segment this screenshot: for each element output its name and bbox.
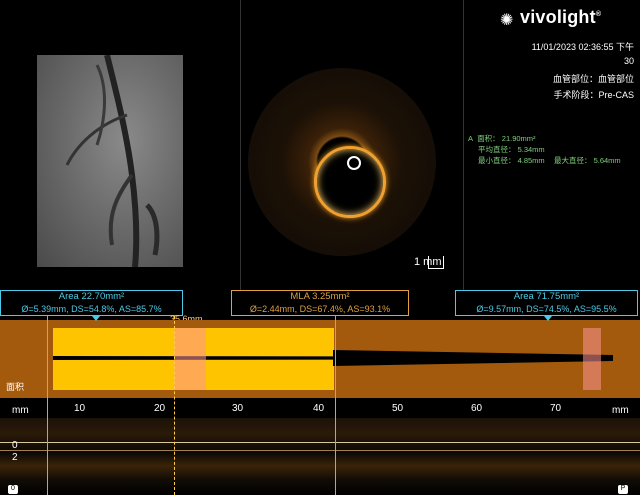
frame-number: 30 [623,56,634,66]
axis-tick: 40 [313,403,325,414]
distal-region-highlight [583,328,601,390]
datetime: 11/01/2023 02:36:55 下午 [531,42,634,52]
catheter-line [0,442,640,443]
mla-region-highlight [174,328,206,390]
distance-axis: mm 10 20 30 40 50 60 70 mm [0,398,640,418]
proximal-pointer-icon [92,316,100,321]
catheter-line-lower [0,450,640,451]
vivolight-logo-icon: ✺ [500,12,514,29]
catheter-marker [347,156,361,170]
angiography-image [37,54,183,268]
angiography-panel [0,0,241,290]
vessel-tree-graphic [65,54,160,268]
distal-end-marker: P [618,485,628,494]
distal-pointer-icon [544,316,552,321]
axis-tick: 50 [392,403,404,414]
proximal-end-marker: 0 [8,485,18,494]
distal-reference-callout[interactable]: Area 71.75mm² Ø=9.57mm, DS=74.5%, AS=95.… [455,290,638,316]
scale-label: 1 mm [414,256,442,268]
mla-callout[interactable]: MLA 3.25mm² Ø=2.44mm, DS=67.4%, AS=93.1% [231,290,409,316]
measurement-mean-diameter: 平均直径： 5.34mm [478,145,545,154]
proximal-reference-callout[interactable]: Area 22.70mm² Ø=5.39mm, DS=54.8%, AS=85.… [0,290,183,316]
axis-tick: 30 [232,403,244,414]
oct-cross-section-panel: 1 mm [241,0,464,290]
axis-unit-left: mm [12,405,29,416]
axis-tick: 20 [154,403,166,414]
longitudinal-view[interactable]: 0 2 0 P [0,418,640,495]
measurement-area: A 面积： 21.90mm² [468,134,536,143]
proximal-reference-marker[interactable] [47,316,48,495]
brand-name: vivolight® [520,7,602,27]
info-panel: ✺ vivolight® 11/01/2023 02:36:55 下午 30 血… [464,0,640,290]
track-label: 面积 [6,382,25,392]
axis-tick: 10 [74,403,86,414]
axis-unit-right: mm [612,405,629,416]
measurement-max-diameter: 最大直径： 5.64mm [554,156,621,165]
axis-tick: 60 [471,403,483,414]
procedure-phase: 手术阶段：Pre-CAS [553,90,634,100]
vessel-location: 血管部位：血管部位 [552,74,634,84]
distal-reference-marker[interactable] [335,316,336,495]
depth-label: 2 [12,452,18,463]
measurement-min-diameter: 最小直径： 4.85mm [478,156,545,165]
mla-marker[interactable] [174,316,175,495]
depth-label: 0 [12,440,18,451]
axis-tick: 70 [550,403,562,414]
